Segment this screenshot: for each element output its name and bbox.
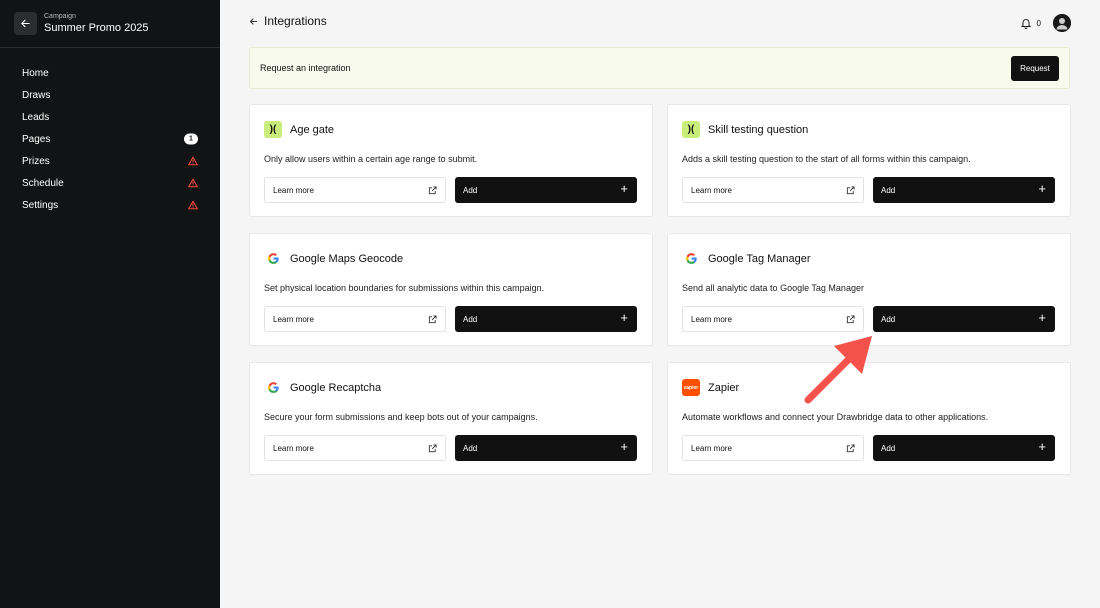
integration-name: Skill testing question: [708, 123, 809, 136]
campaign-label: Campaign: [44, 13, 76, 20]
sidebar-item-label: Draws: [22, 89, 51, 101]
integration-card-google-maps-geocode: Google Maps Geocode Set physical locatio…: [249, 233, 653, 346]
plus-icon: +: [620, 310, 628, 325]
external-link-icon: [428, 315, 437, 324]
plus-icon: +: [1038, 439, 1046, 454]
arrow-left-icon: [21, 19, 30, 28]
learn-more-button[interactable]: Learn more: [264, 435, 446, 461]
integration-name: Age gate: [290, 123, 335, 136]
sidebar-item-label: Home: [22, 67, 49, 79]
integration-description: Secure your form submissions and keep bo…: [264, 412, 538, 422]
campaign-name: Summer Promo 2025: [44, 22, 149, 34]
zapier-icon: zapier: [682, 379, 700, 396]
main-content: Integrations 0 Request an integration Re…: [220, 0, 1100, 608]
plus-icon: +: [1038, 181, 1046, 196]
integration-card-skill-testing-question: )( Skill testing question Adds a skill t…: [667, 104, 1071, 217]
campaign-header: Campaign Summer Promo 2025: [0, 0, 220, 48]
learn-more-label: Learn more: [273, 443, 314, 453]
add-button[interactable]: Add +: [455, 306, 637, 332]
add-label: Add: [463, 185, 478, 195]
learn-more-button[interactable]: Learn more: [264, 306, 446, 332]
integration-description: Adds a skill testing question to the sta…: [682, 154, 971, 164]
warning-icon: [188, 178, 198, 188]
integration-card-age-gate: )( Age gate Only allow users within a ce…: [249, 104, 653, 217]
external-link-icon: [428, 186, 437, 195]
external-link-icon: [846, 444, 855, 453]
integration-name: Google Maps Geocode: [290, 252, 404, 265]
sidebar-item-label: Leads: [22, 111, 50, 123]
sidebar-item-draws[interactable]: Draws: [0, 84, 220, 106]
code-bracket-icon: )(: [682, 121, 700, 138]
sidebar-item-settings[interactable]: Settings: [0, 194, 220, 216]
avatar[interactable]: [1053, 14, 1071, 32]
add-button[interactable]: Add +: [873, 177, 1055, 203]
learn-more-button[interactable]: Learn more: [264, 177, 446, 203]
learn-more-label: Learn more: [691, 443, 732, 453]
learn-more-label: Learn more: [273, 185, 314, 195]
integration-description: Automate workflows and connect your Draw…: [682, 412, 989, 422]
add-button[interactable]: Add +: [873, 435, 1055, 461]
page-header: Integrations: [249, 14, 327, 28]
add-button[interactable]: Add +: [873, 306, 1055, 332]
plus-icon: +: [1038, 310, 1046, 325]
google-icon: [264, 379, 282, 396]
learn-more-label: Learn more: [691, 185, 732, 195]
warning-icon: [188, 156, 198, 166]
page-title: Integrations: [264, 14, 327, 28]
sidebar-item-label: Prizes: [22, 155, 50, 167]
plus-icon: +: [620, 439, 628, 454]
sidebar: Campaign Summer Promo 2025 Home Draws Le…: [0, 0, 220, 608]
add-button[interactable]: Add +: [455, 435, 637, 461]
sidebar-nav: Home Draws Leads Pages 1 Prizes Schedule…: [0, 62, 220, 216]
back-button[interactable]: [14, 12, 37, 35]
external-link-icon: [846, 315, 855, 324]
sidebar-item-label: Schedule: [22, 177, 64, 189]
arrow-left-icon[interactable]: [249, 17, 258, 26]
add-label: Add: [881, 443, 896, 453]
banner-text: Request an integration: [260, 63, 351, 73]
integration-description: Send all analytic data to Google Tag Man…: [682, 283, 864, 293]
add-button[interactable]: Add +: [455, 177, 637, 203]
learn-more-button[interactable]: Learn more: [682, 177, 864, 203]
header-actions: 0: [1020, 14, 1071, 32]
add-label: Add: [881, 185, 896, 195]
request-button[interactable]: Request: [1011, 56, 1059, 81]
sidebar-item-label: Settings: [22, 199, 59, 211]
google-icon: [682, 250, 700, 267]
sidebar-item-prizes[interactable]: Prizes: [0, 150, 220, 172]
code-bracket-icon: )(: [264, 121, 282, 138]
plus-icon: +: [620, 181, 628, 196]
integration-description: Set physical location boundaries for sub…: [264, 283, 545, 293]
integration-name: Zapier: [708, 381, 740, 394]
add-label: Add: [463, 314, 478, 324]
annotation-arrow-icon: [804, 336, 872, 404]
external-link-icon: [428, 444, 437, 453]
add-label: Add: [463, 443, 478, 453]
add-label: Add: [881, 314, 896, 324]
integration-description: Only allow users within a certain age ra…: [264, 154, 478, 164]
learn-more-label: Learn more: [691, 314, 732, 324]
learn-more-label: Learn more: [273, 314, 314, 324]
learn-more-button[interactable]: Learn more: [682, 435, 864, 461]
sidebar-item-leads[interactable]: Leads: [0, 106, 220, 128]
warning-icon: [188, 200, 198, 210]
sidebar-item-pages[interactable]: Pages 1: [0, 128, 220, 150]
google-icon: [264, 250, 282, 267]
count-badge: 1: [184, 133, 198, 145]
request-integration-banner: Request an integration Request: [249, 47, 1070, 89]
integration-card-google-recaptcha: Google Recaptcha Secure your form submis…: [249, 362, 653, 475]
integration-name: Google Recaptcha: [290, 381, 382, 394]
integration-name: Google Tag Manager: [708, 252, 811, 265]
external-link-icon: [846, 186, 855, 195]
sidebar-item-schedule[interactable]: Schedule: [0, 172, 220, 194]
bell-icon[interactable]: [1020, 18, 1031, 29]
sidebar-item-home[interactable]: Home: [0, 62, 220, 84]
user-avatar-icon: [1053, 14, 1071, 32]
notification-count: 0: [1036, 18, 1041, 28]
sidebar-item-label: Pages: [22, 133, 51, 145]
